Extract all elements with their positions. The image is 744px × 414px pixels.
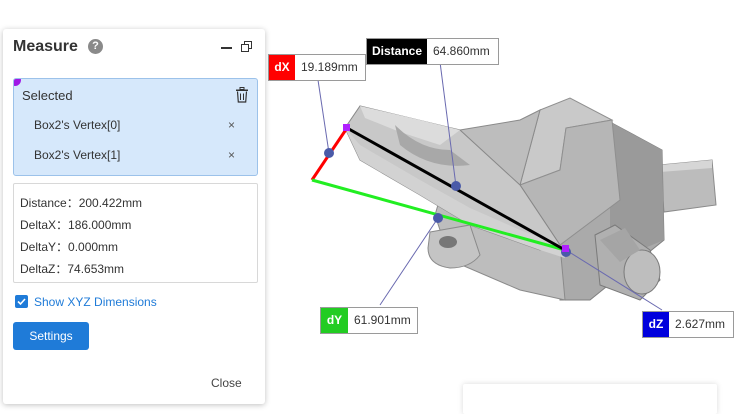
- vertex-1-marker[interactable]: [562, 245, 569, 252]
- distance-label: Distance 64.860mm: [366, 38, 499, 65]
- dx-value: 19.189mm: [301, 60, 358, 74]
- dy-leader-point: [433, 213, 443, 223]
- dx-label: dX 19.189mm: [268, 54, 366, 81]
- trash-icon[interactable]: [235, 87, 249, 103]
- measure-panel: Measure ? Selected Box2's Vertex[0] × Bo…: [3, 29, 265, 404]
- remove-item-icon[interactable]: ×: [228, 118, 235, 132]
- vertex-0-marker[interactable]: [343, 124, 350, 131]
- selected-list: Selected Box2's Vertex[0] × Box2's Verte…: [13, 78, 258, 176]
- result-deltaz: DeltaZ：74.653mm: [20, 262, 125, 276]
- dz-tag: dZ: [643, 312, 669, 337]
- dy-value: 61.901mm: [354, 313, 411, 327]
- dz-label: dZ 2.627mm: [642, 311, 734, 338]
- close-button[interactable]: Close: [211, 376, 242, 390]
- selected-item[interactable]: Box2's Vertex[1]: [34, 148, 120, 162]
- dx-leader-point: [324, 148, 334, 158]
- bottom-panel-edge: [463, 384, 717, 414]
- distance-leader-point: [451, 181, 461, 191]
- selection-marker: [14, 79, 21, 86]
- dy-label: dY 61.901mm: [320, 307, 418, 334]
- show-xyz-label[interactable]: Show XYZ Dimensions: [34, 295, 157, 309]
- restore-icon[interactable]: [241, 41, 252, 52]
- result-deltax: DeltaX：186.000mm: [20, 218, 132, 232]
- selected-item[interactable]: Box2's Vertex[0]: [34, 118, 120, 132]
- help-icon[interactable]: ?: [88, 39, 103, 54]
- results-box: Distance：200.422mm DeltaX：186.000mm Delt…: [13, 183, 258, 283]
- distance-tag: Distance: [367, 39, 427, 64]
- panel-title: Measure: [13, 38, 78, 55]
- dy-tag: dY: [321, 308, 348, 333]
- checkmark-icon: [17, 298, 26, 306]
- show-xyz-checkbox[interactable]: [15, 295, 28, 308]
- result-deltay: DeltaY：0.000mm: [20, 240, 119, 254]
- dx-tag: dX: [269, 55, 295, 80]
- minimize-icon[interactable]: [221, 47, 232, 49]
- remove-item-icon[interactable]: ×: [228, 148, 235, 162]
- selected-label: Selected: [22, 88, 73, 103]
- settings-button[interactable]: Settings: [13, 322, 89, 350]
- result-distance: Distance：200.422mm: [20, 196, 143, 210]
- distance-value: 64.860mm: [433, 44, 490, 58]
- dz-value: 2.627mm: [675, 317, 726, 331]
